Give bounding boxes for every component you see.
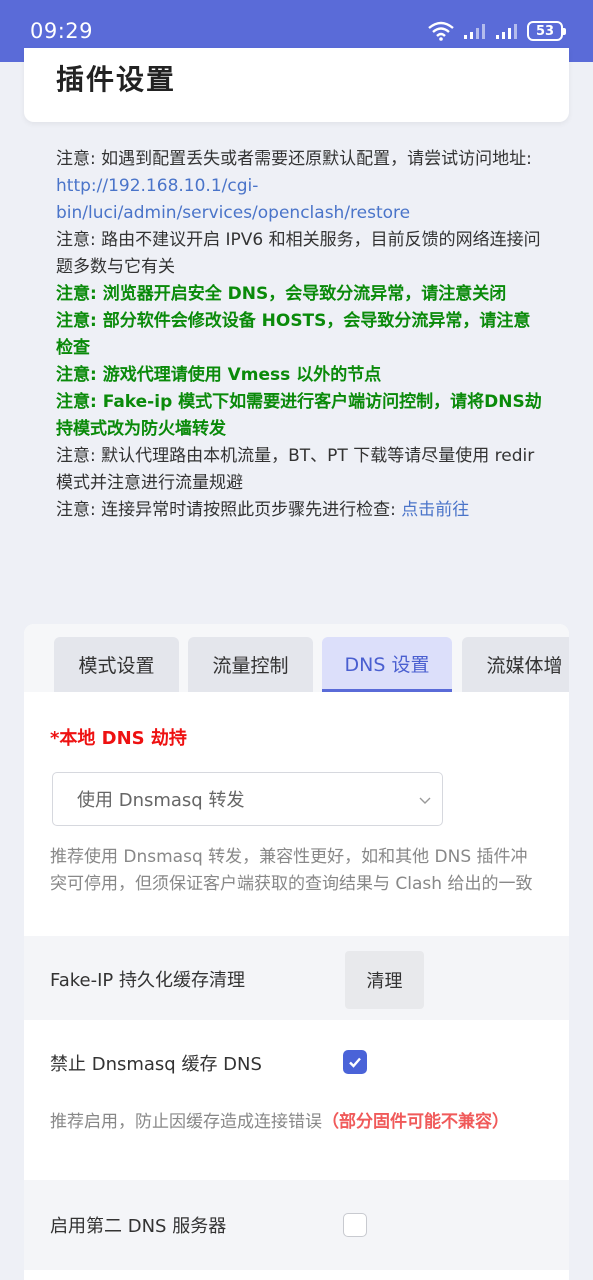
note-redir: 注意: 默认代理路由本机流量，BT、PT 下载等请尽量使用 redir 模式并注… — [56, 446, 535, 493]
second-dns-label: 启用第二 DNS 服务器 — [50, 1216, 227, 1237]
restore-link[interactable]: http://192.168.10.1/cgi-bin/luci/admin/s… — [56, 176, 410, 223]
dnsmasq-cache-help: 推荐启用，防止因缓存造成连接错误（部分固件可能不兼容） — [50, 1112, 509, 1132]
fakeip-clean-button[interactable]: 清理 — [345, 951, 424, 1009]
second-dns-row: 启用第二 DNS 服务器 — [24, 1180, 569, 1270]
note-restore: 注意: 如遇到配置丢失或者需要还原默认配置，请尝试访问地址: http://19… — [56, 149, 532, 223]
tab-streaming[interactable]: 流媒体增 — [462, 637, 569, 692]
note-hosts: 注意: 部分软件会修改设备 HOSTS，会导致分流异常，请注意检查 — [56, 311, 531, 358]
note-ipv6: 注意: 路由不建议开启 IPV6 和相关服务，目前反馈的网络连接问题多数与它有关 — [56, 230, 541, 277]
note-secure-dns: 注意: 浏览器开启安全 DNS，会导致分流异常，请注意关闭 — [56, 284, 507, 304]
tab-bar: 模式设置 流量控制 DNS 设置 流媒体增 — [24, 624, 569, 692]
battery-icon: 53 — [527, 21, 566, 41]
check-icon — [349, 1057, 361, 1068]
title-card: 插件设置 — [24, 48, 569, 122]
fakeip-row: Fake-IP 持久化缓存清理 清理 — [24, 936, 569, 1020]
settings-panel: 模式设置 流量控制 DNS 设置 流媒体增 *本地 DNS 劫持 使用 Dnsm… — [24, 624, 569, 1280]
check-link[interactable]: 点击前往 — [401, 500, 469, 520]
note-game-proxy: 注意: 游戏代理请使用 Vmess 以外的节点 — [56, 365, 382, 385]
dnsmasq-cache-warning: （部分固件可能不兼容） — [322, 1112, 509, 1132]
notes-section: 注意: 如遇到配置丢失或者需要还原默认配置，请尝试访问地址: http://19… — [56, 146, 546, 524]
dns-hijack-help: 推荐使用 Dnsmasq 转发，兼容性更好，如和其他 DNS 插件冲突可停用，但… — [50, 847, 533, 894]
second-dns-checkbox[interactable] — [343, 1213, 367, 1237]
tab-traffic[interactable]: 流量控制 — [188, 637, 313, 692]
note-check: 注意: 连接异常时请按照此页步骤先进行检查: 点击前往 — [56, 500, 470, 520]
dnsmasq-cache-label: 禁止 Dnsmasq 缓存 DNS — [50, 1054, 262, 1075]
signal-icon — [463, 22, 487, 40]
wifi-icon — [427, 21, 455, 41]
dns-hijack-label: *本地 DNS 劫持 — [50, 728, 187, 749]
dns-hijack-select[interactable]: 使用 Dnsmasq 转发 — [52, 772, 443, 826]
tab-mode[interactable]: 模式设置 — [54, 637, 179, 692]
chevron-down-icon — [418, 791, 432, 812]
signal-icon — [495, 22, 519, 40]
dns-hijack-value: 使用 Dnsmasq 转发 — [77, 790, 245, 811]
status-time: 09:29 — [30, 19, 94, 43]
page-title: 插件设置 — [56, 63, 177, 96]
note-fakeip: 注意: Fake-ip 模式下如需要进行客户端访问控制，请将DNS劫持模式改为防… — [56, 392, 542, 439]
fakeip-label: Fake-IP 持久化缓存清理 — [50, 970, 245, 991]
tab-dns[interactable]: DNS 设置 — [322, 637, 452, 692]
dnsmasq-cache-row: 禁止 Dnsmasq 缓存 DNS 推荐启用，防止因缓存造成连接错误（部分固件可… — [24, 1020, 569, 1180]
dnsmasq-cache-checkbox[interactable] — [343, 1050, 367, 1074]
status-icons: 53 — [427, 21, 566, 41]
